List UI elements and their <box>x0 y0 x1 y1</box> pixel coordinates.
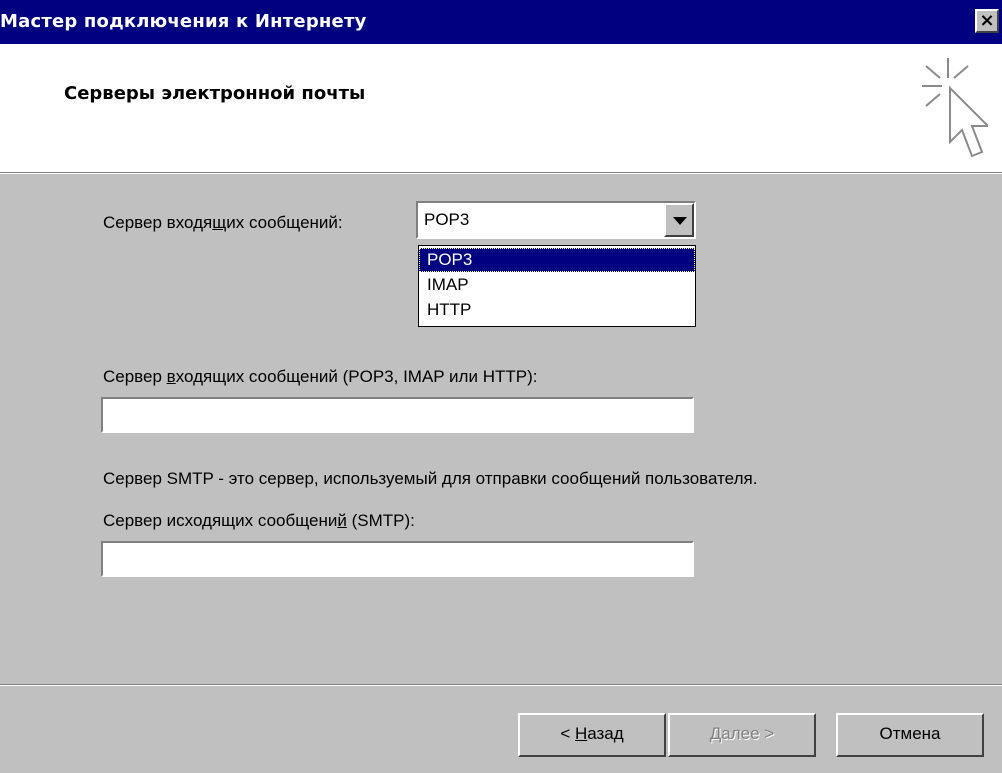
back-button[interactable]: < Назад <box>518 713 666 757</box>
incoming-server-label: Сервер входящих сообщений (POP3, IMAP ил… <box>103 367 538 386</box>
cancel-button[interactable]: Отмена <box>836 713 984 757</box>
wizard-header: Серверы электронной почты <box>0 44 1002 172</box>
close-button[interactable]: × <box>975 9 999 33</box>
outgoing-server-input[interactable] <box>101 541 694 577</box>
dropdown-option-imap[interactable]: IMAP <box>419 273 695 297</box>
incoming-server-input[interactable] <box>101 397 694 433</box>
next-button[interactable]: Далее > <box>668 713 816 757</box>
smtp-note: Сервер SMTP - это сервер, используемый д… <box>103 469 758 488</box>
combo-selected-value: POP3 <box>424 210 470 229</box>
server-type-dropdown[interactable]: POP3 IMAP HTTP <box>418 245 696 327</box>
incoming-server-type-combo[interactable]: POP3 <box>416 201 696 239</box>
dropdown-option-http[interactable]: HTTP <box>419 298 695 322</box>
page-title: Серверы электронной почты <box>64 83 366 104</box>
dropdown-option-pop3[interactable]: POP3 <box>419 248 695 272</box>
wizard-sparkle-cursor-icon <box>922 58 988 158</box>
header-separator <box>0 172 1002 174</box>
window-title: Мастер подключения к Интернету <box>0 11 367 32</box>
chevron-down-icon[interactable] <box>664 203 694 237</box>
title-bar: Мастер подключения к Интернету × <box>0 0 1002 44</box>
incoming-type-label: Сервер входящих сообщений: <box>103 213 343 232</box>
footer-separator <box>0 684 1002 686</box>
outgoing-server-label: Сервер исходящих сообщений (SMTP): <box>103 511 415 530</box>
